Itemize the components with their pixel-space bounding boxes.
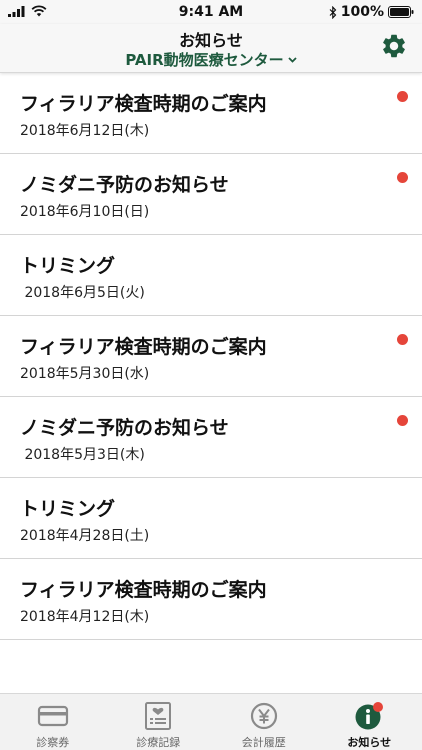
- notification-title: ノミダニ予防のお知らせ: [20, 174, 229, 196]
- notification-title: トリミング: [20, 255, 116, 277]
- unread-dot-icon: [397, 91, 408, 102]
- info-icon: [355, 702, 384, 730]
- notification-date: 2018年4月12日(木): [20, 609, 150, 625]
- notification-title: フィラリア検査時期のご案内: [20, 336, 267, 358]
- tab-label: 会計履歴: [241, 736, 286, 749]
- screen: 9:41 AM 100% お知らせ PAIR動物医療センター フィラリア検査時期…: [0, 0, 422, 750]
- notification-date: 2018年4月28日(土): [20, 528, 150, 544]
- battery-icon: [388, 6, 414, 18]
- tab-bar: 診察券 診療記録 会計履歴 お知らせ: [0, 693, 422, 750]
- yen-icon: [250, 702, 277, 730]
- unread-dot-icon: [397, 415, 408, 426]
- notification-title: トリミング: [20, 498, 116, 520]
- unread-dot-icon: [397, 172, 408, 183]
- notification-list: フィラリア検査時期のご案内 2018年6月12日(木) ノミダニ予防のお知らせ …: [0, 73, 422, 640]
- clinic-name: PAIR動物医療センター: [125, 51, 284, 69]
- list-item[interactable]: ノミダニ予防のお知らせ 2018年5月3日(木): [0, 397, 422, 478]
- list-item[interactable]: フィラリア検査時期のご案内 2018年6月12日(木): [0, 73, 422, 154]
- gear-icon[interactable]: [380, 32, 408, 60]
- list-item[interactable]: トリミング 2018年6月5日(火): [0, 235, 422, 316]
- tab-billing-history[interactable]: 会計履歴: [211, 694, 317, 750]
- unread-dot-icon: [397, 334, 408, 345]
- clinic-selector[interactable]: PAIR動物医療センター: [0, 49, 422, 70]
- list-item[interactable]: ノミダニ予防のお知らせ 2018年6月10日(日): [0, 154, 422, 235]
- tab-label: 診療記録: [136, 736, 181, 749]
- notification-date: 2018年5月30日(水): [20, 366, 150, 382]
- medical-record-icon: [145, 702, 172, 730]
- tab-notifications[interactable]: お知らせ: [317, 694, 422, 750]
- status-right: 100%: [329, 4, 414, 20]
- notification-title: フィラリア検査時期のご案内: [20, 93, 267, 115]
- notification-date: 2018年6月12日(木): [20, 123, 150, 139]
- tab-card[interactable]: 診察券: [0, 694, 106, 750]
- tab-medical-record[interactable]: 診療記録: [106, 694, 212, 750]
- tab-label: お知らせ: [347, 736, 392, 749]
- notification-date: 2018年6月5日(火): [20, 285, 145, 301]
- page-title: お知らせ: [179, 31, 243, 50]
- notification-date: 2018年5月3日(木): [20, 447, 145, 463]
- navigation-bar: お知らせ PAIR動物医療センター: [0, 24, 422, 73]
- list-item[interactable]: トリミング 2018年4月28日(土): [0, 478, 422, 559]
- tab-label: 診察券: [36, 736, 70, 749]
- notification-title: フィラリア検査時期のご案内: [20, 579, 267, 601]
- card-icon: [37, 705, 68, 727]
- list-item[interactable]: フィラリア検査時期のご案内 2018年5月30日(水): [0, 316, 422, 397]
- chevron-down-icon: [288, 49, 297, 67]
- bluetooth-icon: [329, 5, 337, 19]
- list-item[interactable]: フィラリア検査時期のご案内 2018年4月12日(木): [0, 559, 422, 640]
- status-bar: 9:41 AM 100%: [0, 0, 422, 24]
- notification-title: ノミダニ予防のお知らせ: [20, 417, 229, 439]
- notification-date: 2018年6月10日(日): [20, 204, 150, 220]
- battery-percent: 100%: [340, 4, 384, 20]
